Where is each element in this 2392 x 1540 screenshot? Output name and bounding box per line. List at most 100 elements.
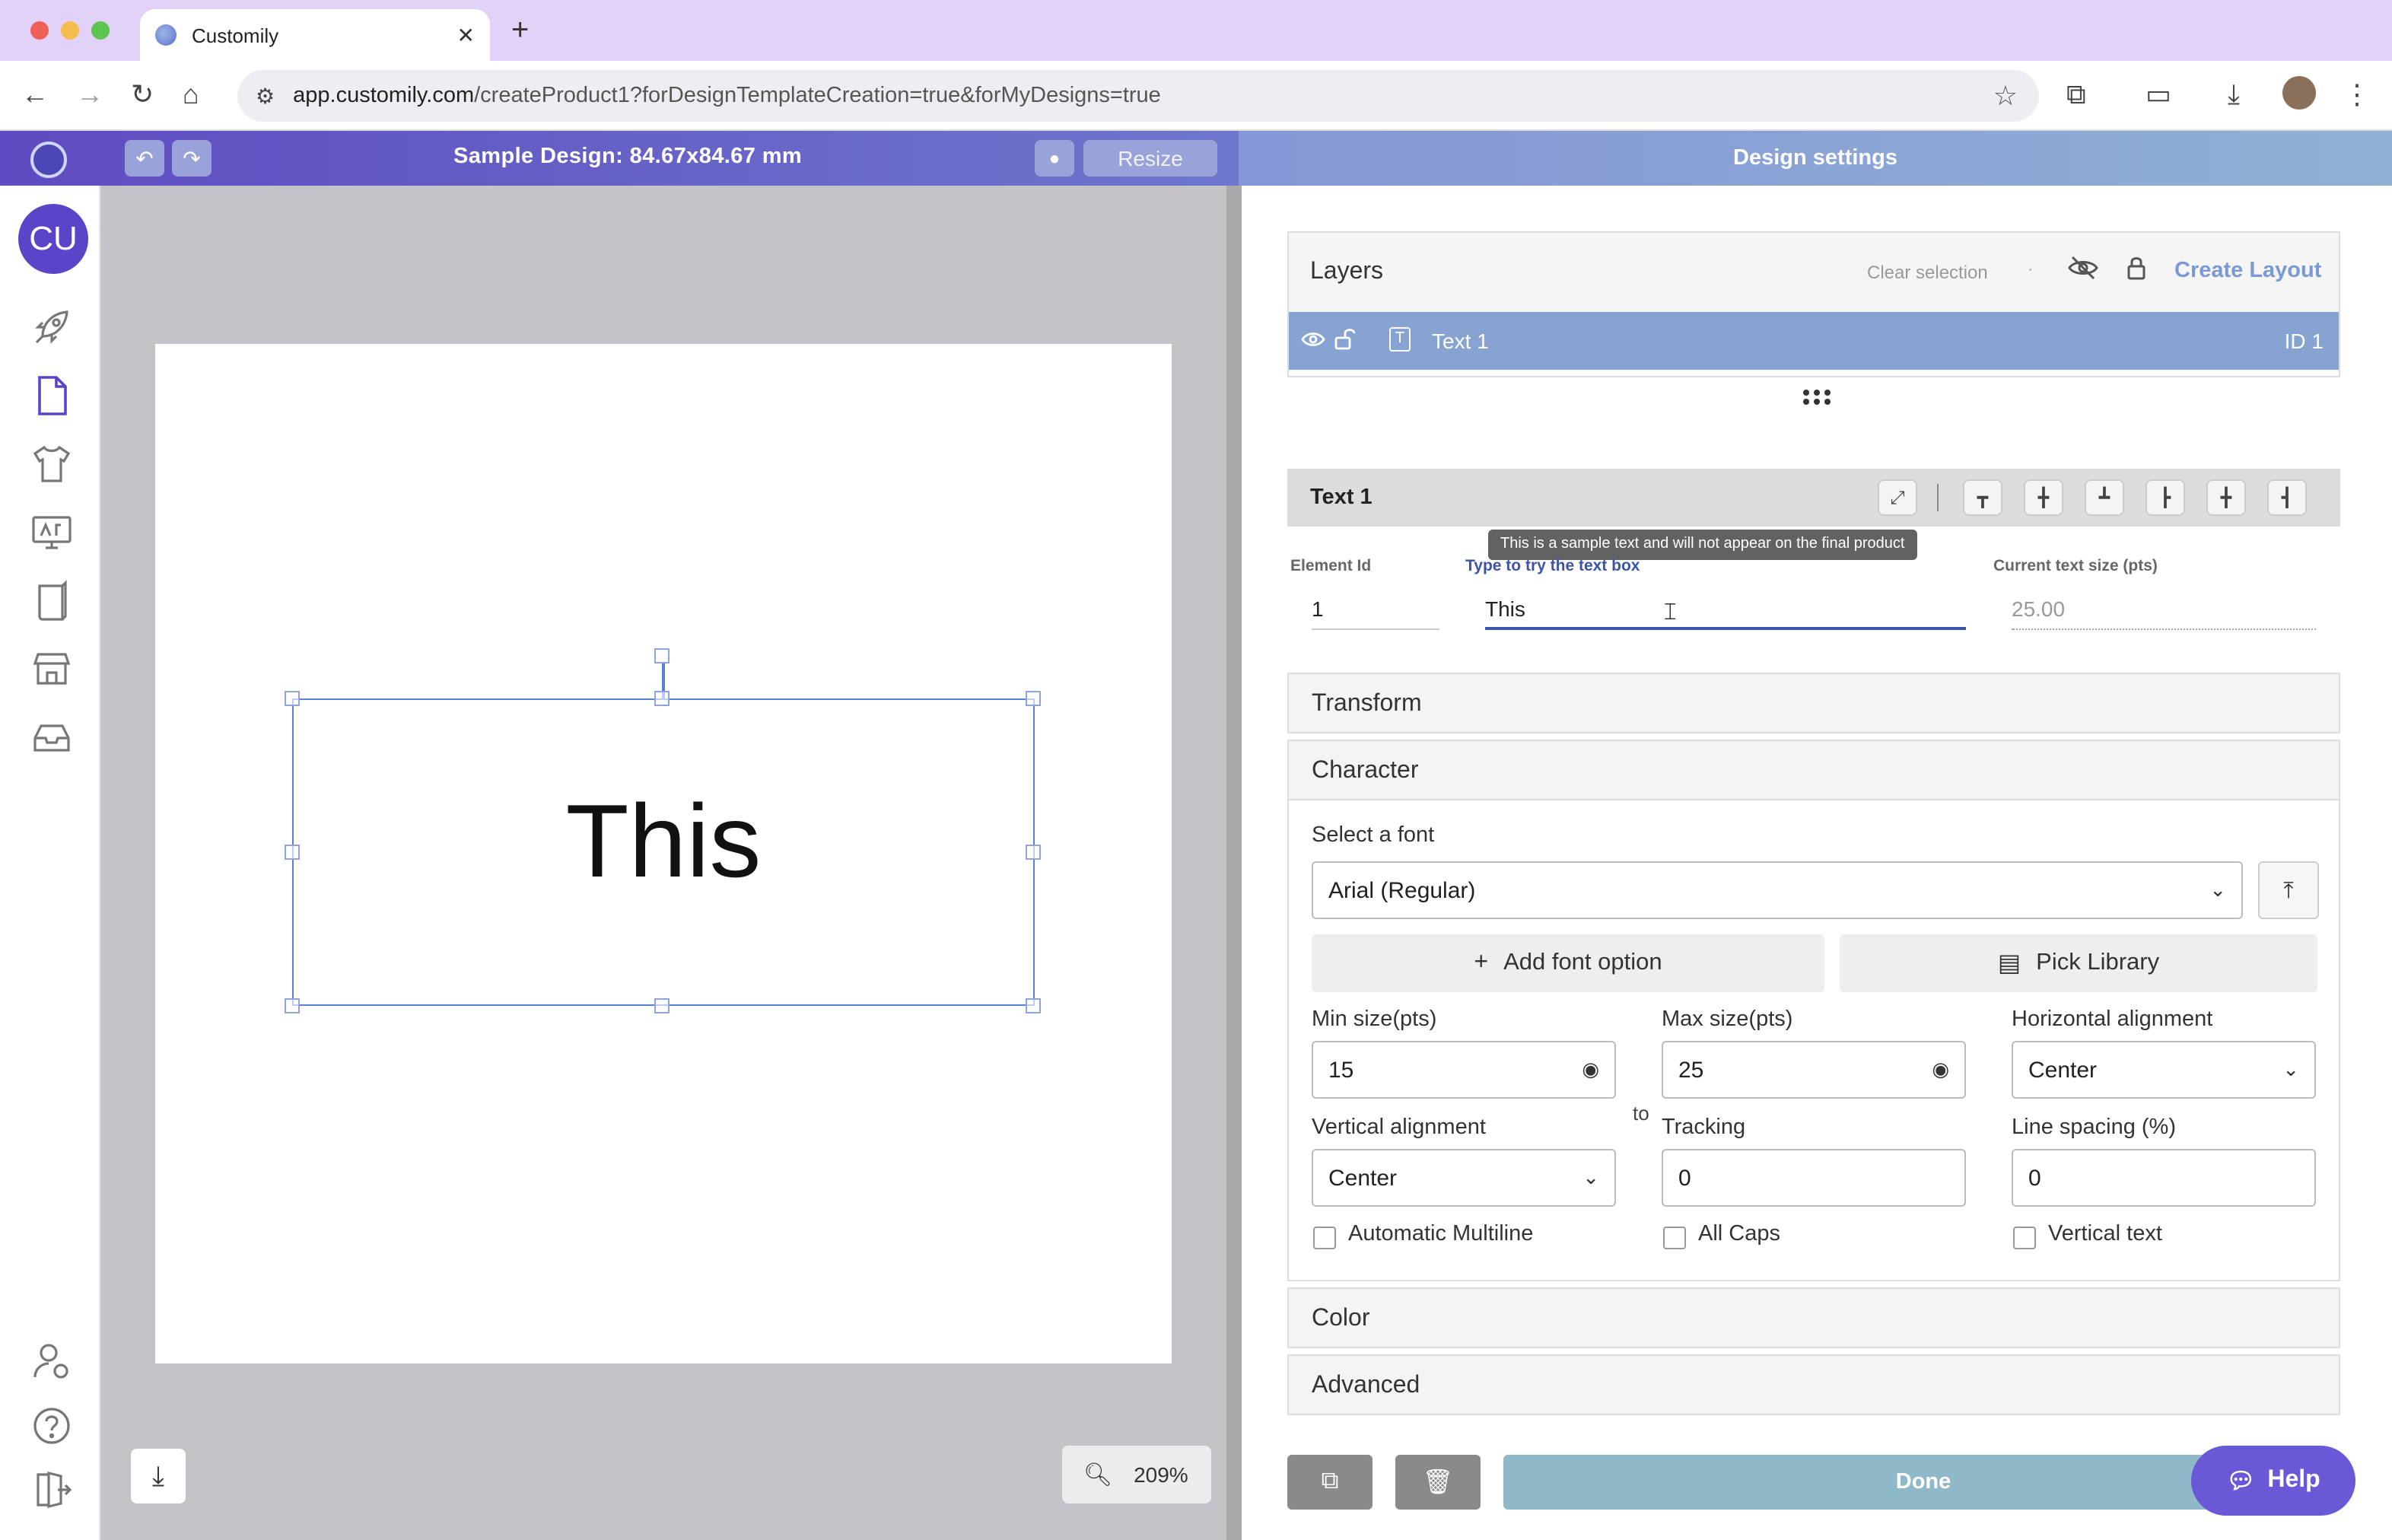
browser-tab-customily[interactable]: Customily ✕ <box>140 9 490 61</box>
canvas-text-element[interactable]: This <box>292 782 1035 901</box>
media-control-icon[interactable]: ▭ <box>2145 79 2171 111</box>
resize-handle-top-left[interactable] <box>285 691 300 706</box>
element-id-field[interactable]: 1 <box>1312 587 1439 630</box>
create-layout-link[interactable]: Create Layout <box>2174 259 2321 283</box>
tshirt-icon[interactable] <box>29 441 75 487</box>
resize-handle-bottom-right[interactable] <box>1026 998 1041 1013</box>
canvas-scrollbar[interactable] <box>1226 186 1242 1540</box>
rotate-handle[interactable] <box>654 648 670 663</box>
min-size-value: 15 <box>1328 1057 1354 1083</box>
add-font-option-button[interactable]: + Add font option <box>1312 934 1824 992</box>
horizontal-alignment-select[interactable]: Center ⌄ <box>2012 1041 2316 1099</box>
address-bar[interactable]: ⚙ app.customily.com/createProduct1?forDe… <box>237 70 2039 122</box>
transform-section[interactable]: Transform <box>1287 673 2340 733</box>
chat-bubble-icon: 💬︎ <box>2226 1468 2256 1494</box>
user-avatar[interactable]: CU <box>18 204 88 274</box>
close-window-button[interactable] <box>30 21 49 40</box>
fit-to-canvas-button[interactable]: ⤢ <box>1878 479 1917 516</box>
layer-unlock-icon[interactable] <box>1334 329 1356 355</box>
resize-handle-bottom-left[interactable] <box>285 998 300 1013</box>
clear-selection-link[interactable]: Clear selection <box>1867 262 1988 283</box>
align-middle-icon: ╋ <box>2037 487 2050 508</box>
minimize-window-button[interactable] <box>61 21 79 40</box>
book-icon[interactable] <box>29 578 75 624</box>
tag-icon: ● <box>1048 148 1061 169</box>
logout-icon[interactable] <box>29 1467 75 1513</box>
min-size-input[interactable]: 15 ◉ <box>1312 1041 1616 1099</box>
current-size-field: 25.00 <box>2012 587 2316 630</box>
tag-button[interactable]: ● <box>1035 140 1074 177</box>
reload-icon[interactable]: ↻ <box>131 79 154 111</box>
align-horizontal-center-button[interactable]: ╋ <box>2206 479 2246 516</box>
color-section[interactable]: Color <box>1287 1287 2340 1348</box>
resize-handle-bottom[interactable] <box>654 998 670 1013</box>
all-caps-label: All Caps <box>1698 1222 1780 1246</box>
zoom-level: 209% <box>1134 1462 1188 1487</box>
redo-button[interactable]: ↷ <box>172 140 212 177</box>
home-icon[interactable]: ⌂ <box>183 79 199 111</box>
resize-handle-top-right[interactable] <box>1026 691 1041 706</box>
forward-icon[interactable]: → <box>76 79 103 111</box>
resize-button[interactable]: Resize <box>1083 140 1217 177</box>
eye-icon[interactable]: ◉ <box>1582 1058 1599 1082</box>
eye-slash-icon[interactable] <box>2068 256 2098 288</box>
bookmark-star-icon[interactable]: ☆ <box>1993 80 2018 112</box>
font-select[interactable]: Arial (Regular) ⌄ <box>1312 861 2243 919</box>
help-button[interactable]: 💬︎ Help <box>2191 1446 2355 1516</box>
character-title: Character <box>1312 758 1419 784</box>
lock-icon[interactable] <box>2126 256 2147 286</box>
tab-close-icon[interactable]: ✕ <box>457 22 475 48</box>
download-button[interactable]: ⤓ <box>131 1449 186 1503</box>
store-icon[interactable] <box>29 647 75 692</box>
duplicate-button[interactable]: ⧉ <box>1287 1455 1373 1510</box>
monitor-design-icon[interactable] <box>29 510 75 555</box>
upload-font-button[interactable]: ⤒ <box>2258 861 2319 919</box>
align-top-button[interactable]: ┳ <box>1963 479 2002 516</box>
vertical-text-checkbox[interactable] <box>2013 1227 2036 1249</box>
layer-row[interactable]: T Text 1 ID 1 <box>1289 312 2339 370</box>
advanced-section[interactable]: Advanced <box>1287 1354 2340 1415</box>
character-section[interactable]: Character <box>1287 740 2340 800</box>
profile-avatar[interactable] <box>2282 76 2316 110</box>
maximize-window-button[interactable] <box>91 21 110 40</box>
align-left-button[interactable]: ┣ <box>2145 479 2185 516</box>
element-id-label: Element Id <box>1290 557 1372 575</box>
align-bottom-button[interactable]: ┻ <box>2085 479 2124 516</box>
align-right-button[interactable]: ┫ <box>2267 479 2307 516</box>
help-circle-icon[interactable] <box>29 1403 75 1449</box>
all-caps-checkbox[interactable] <box>1663 1227 1686 1249</box>
layer-visibility-icon[interactable] <box>1301 329 1325 353</box>
drag-handle-icon[interactable] <box>1802 387 1832 414</box>
pick-library-button[interactable]: ▤ Pick Library <box>1840 934 2317 992</box>
eye-icon[interactable]: ◉ <box>1932 1058 1949 1082</box>
resize-handle-top[interactable] <box>654 691 670 706</box>
tracking-input[interactable]: 0 <box>1662 1149 1966 1207</box>
layers-panel: Layers Clear selection · Create Layout T… <box>1287 231 2340 377</box>
new-tab-button[interactable]: + <box>511 14 529 49</box>
customily-favicon-icon <box>155 24 177 46</box>
artboard[interactable]: This <box>155 344 1172 1363</box>
sample-text-tooltip: This is a sample text and will not appea… <box>1488 530 1917 560</box>
align-vertical-center-button[interactable]: ╋ <box>2024 479 2063 516</box>
download-icon: ⤓ <box>152 1460 164 1491</box>
automatic-multiline-checkbox[interactable] <box>1313 1227 1336 1249</box>
site-info-icon[interactable]: ⚙ <box>256 83 275 109</box>
try-text-label: Type to try the text box <box>1465 557 1640 575</box>
try-text-input[interactable]: This <box>1485 587 1966 630</box>
inbox-icon[interactable] <box>29 715 75 761</box>
rocket-icon[interactable] <box>29 304 75 350</box>
zoom-control[interactable]: 🔍︎ 209% <box>1062 1446 1211 1503</box>
max-size-input[interactable]: 25 ◉ <box>1662 1041 1966 1099</box>
downloads-icon[interactable]: ⤓ <box>2228 79 2240 111</box>
customily-logo-icon[interactable] <box>30 142 67 178</box>
line-spacing-input[interactable]: 0 <box>2012 1149 2316 1207</box>
delete-button[interactable]: 🗑︎ <box>1395 1455 1481 1510</box>
browser-menu-icon[interactable]: ⋮ <box>2343 79 2371 111</box>
back-icon[interactable]: ← <box>21 79 49 111</box>
vertical-alignment-select[interactable]: Center ⌄ <box>1312 1149 1616 1207</box>
extensions-icon[interactable]: ⧉ <box>2066 79 2086 111</box>
undo-button[interactable]: ↶ <box>125 140 164 177</box>
duplicate-icon: ⧉ <box>1321 1468 1339 1494</box>
document-icon[interactable] <box>29 373 75 418</box>
user-settings-icon[interactable] <box>29 1339 75 1385</box>
